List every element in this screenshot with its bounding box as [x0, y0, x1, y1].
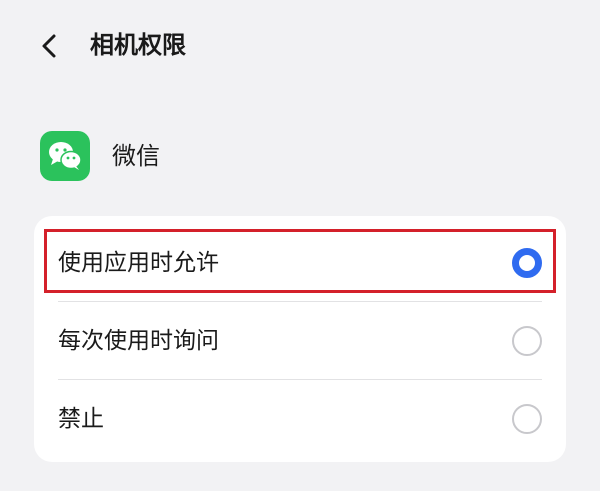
header-bar: 相机权限: [0, 0, 600, 92]
radio-unselected[interactable]: [512, 404, 542, 434]
page-title: 相机权限: [90, 31, 186, 59]
radio-selected[interactable]: [512, 248, 542, 278]
chevron-left-icon: [42, 34, 56, 58]
permission-options-card: 使用应用时允许 每次使用时询问 禁止: [34, 216, 566, 462]
option-deny[interactable]: 禁止: [34, 380, 566, 458]
option-label: 每次使用时询问: [58, 328, 219, 354]
radio-unselected[interactable]: [512, 326, 542, 356]
wechat-icon: [40, 131, 90, 181]
option-ask-every-time[interactable]: 每次使用时询问: [34, 302, 566, 380]
option-label: 禁止: [58, 406, 104, 432]
back-button[interactable]: [28, 24, 72, 68]
option-label: 使用应用时允许: [58, 250, 219, 276]
option-allow-while-using[interactable]: 使用应用时允许: [34, 224, 566, 302]
app-name: 微信: [112, 142, 160, 170]
app-info: 微信: [40, 131, 160, 181]
